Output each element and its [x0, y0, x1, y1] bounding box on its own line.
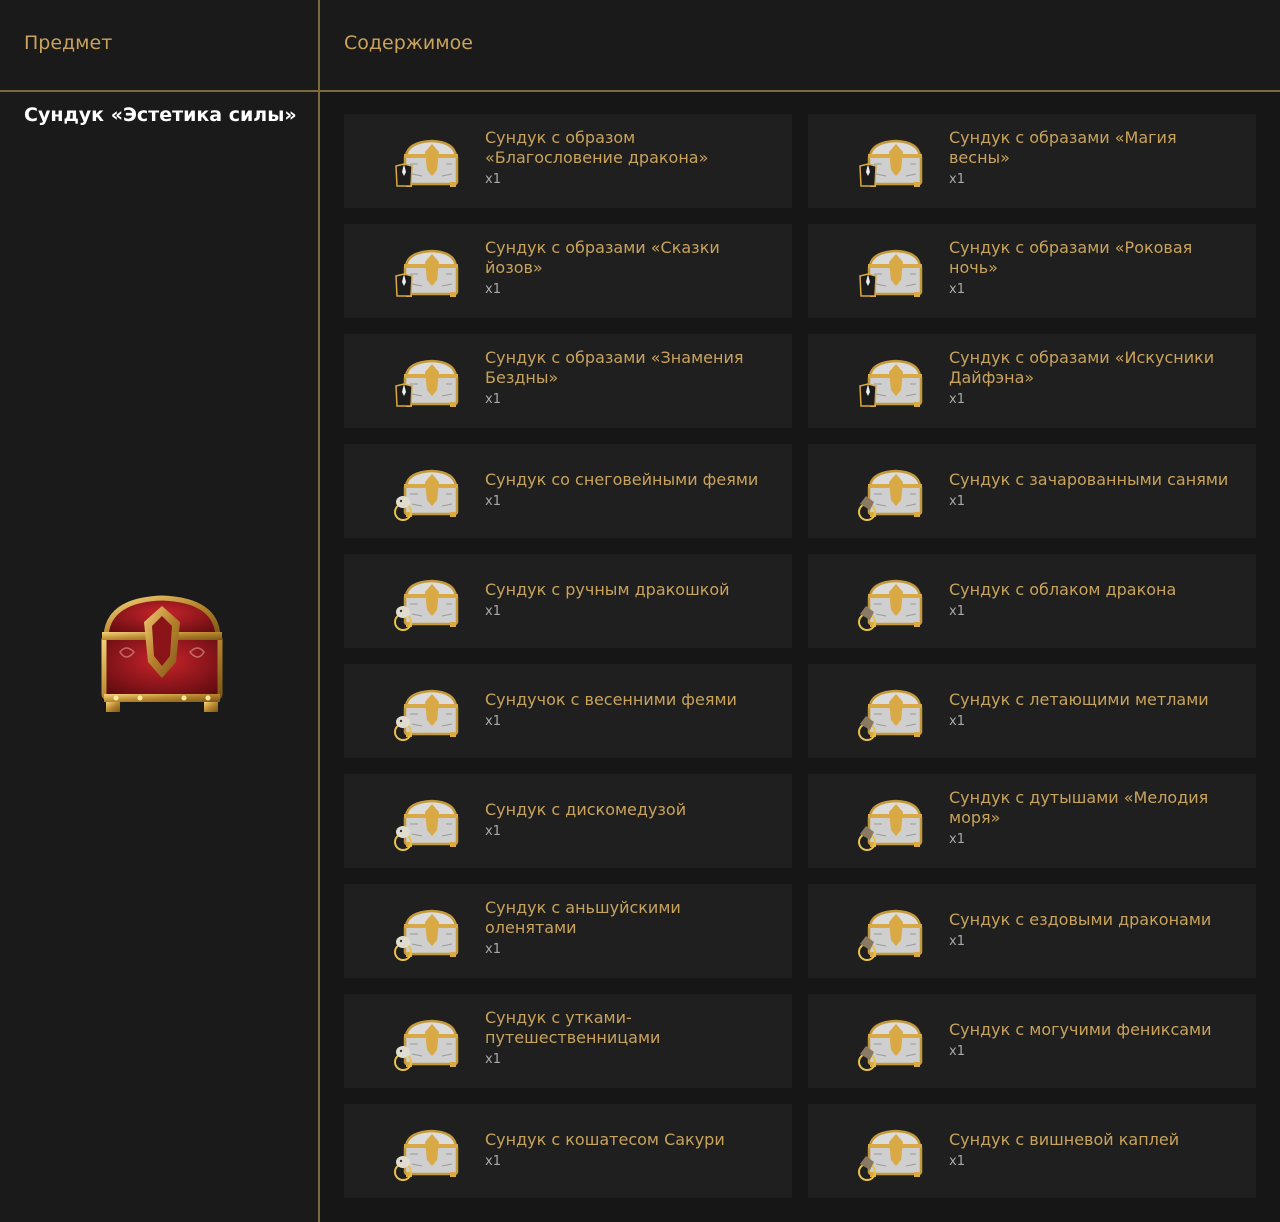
costume-chest-icon — [395, 359, 459, 407]
content-item-name: Сундук с образами «Сказки йозов» — [485, 238, 720, 277]
content-card[interactable]: Сундук с утками-путешественницами x1 — [344, 994, 792, 1088]
content-item-qty: x1 — [485, 714, 501, 729]
pet-chest-icon — [394, 1019, 459, 1071]
content-item-qty: x1 — [949, 1044, 965, 1059]
content-item-name: Сундук с ездовыми драконами — [949, 910, 1212, 929]
content-card[interactable]: Сундук с ручным дракошкой x1 — [344, 554, 792, 648]
content-item-qty: x1 — [949, 392, 965, 407]
content-item-qty: x1 — [485, 942, 501, 957]
costume-chest-icon — [859, 139, 923, 187]
pet-chest-icon — [394, 909, 459, 961]
content-item-name: Сундучок с весенними феями — [485, 690, 737, 709]
content-item-name: Сундук с кошатесом Сакури — [485, 1130, 725, 1149]
content-item-name: Сундук с облаком дракона — [949, 580, 1177, 599]
contents-column: Сундук с образом «Благословение дракона»… — [320, 92, 1280, 1222]
content-item-name: Сундук с утками-путешественницами — [485, 1008, 661, 1047]
mount-chest-icon — [858, 1019, 923, 1071]
content-card[interactable]: Сундук с образами «Роковая ночь» x1 — [808, 224, 1256, 318]
content-item-qty: x1 — [485, 1052, 501, 1067]
content-card[interactable]: Сундук с образами «Магия весны» x1 — [808, 114, 1256, 208]
content-item-name: Сундук с образами «Магия весны» — [949, 128, 1177, 167]
pet-chest-icon — [394, 799, 459, 851]
content-item-name: Сундук с зачарованными санями — [949, 470, 1229, 489]
content-item-qty: x1 — [949, 1154, 965, 1169]
content-item-name: Сундук со снеговейными феями — [485, 470, 759, 489]
content-item-name: Сундук с дутышами «Мелодия моря» — [949, 788, 1209, 827]
content-item-qty: x1 — [485, 392, 501, 407]
content-item-qty: x1 — [949, 604, 965, 619]
content-card[interactable]: Сундук с кошатесом Сакури x1 — [344, 1104, 792, 1198]
content-card[interactable]: Сундук с аньшуйскими оленятами x1 — [344, 884, 792, 978]
content-item-qty: x1 — [949, 934, 965, 949]
content-item-qty: x1 — [485, 604, 501, 619]
pet-chest-icon — [394, 1129, 459, 1181]
pet-chest-icon — [394, 469, 459, 521]
content-item-name: Сундук с вишневой каплей — [949, 1130, 1180, 1149]
content-item-qty: x1 — [485, 282, 501, 297]
content-item-name: Сундук с дискомедузой — [485, 800, 687, 819]
content-card[interactable]: Сундук с дискомедузой x1 — [344, 774, 792, 868]
content-card[interactable]: Сундук с образами «Знамения Бездны» x1 — [344, 334, 792, 428]
mount-chest-icon — [858, 909, 923, 961]
content-item-name: Сундук с могучими фениксами — [949, 1020, 1212, 1039]
content-card[interactable]: Сундук с образом «Благословение дракона»… — [344, 114, 792, 208]
content-item-qty: x1 — [485, 824, 501, 839]
content-item-name: Сундук с образами «Искусники Дайфэна» — [949, 348, 1215, 387]
column-header-item: Предмет — [24, 32, 113, 54]
content-item-qty: x1 — [485, 494, 501, 509]
pet-chest-icon — [394, 579, 459, 631]
item-column: Сундук «Эстетика силы» — [0, 92, 318, 1222]
content-item-name: Сундук с образом «Благословение дракона» — [485, 128, 709, 167]
item-name: Сундук «Эстетика силы» — [24, 104, 297, 126]
content-card[interactable]: Сундук с вишневой каплей x1 — [808, 1104, 1256, 1198]
content-item-name: Сундук с образами «Роковая ночь» — [949, 238, 1193, 277]
mount-chest-icon — [858, 689, 923, 741]
costume-chest-icon — [395, 139, 459, 187]
pet-chest-icon — [394, 689, 459, 741]
table-header: Предмет Содержимое — [0, 0, 1280, 92]
content-item-qty: x1 — [949, 172, 965, 187]
content-card[interactable]: Сундук с летающими метлами x1 — [808, 664, 1256, 758]
column-header-content: Содержимое — [344, 32, 473, 54]
content-card[interactable]: Сундук с могучими фениксами x1 — [808, 994, 1256, 1088]
costume-chest-icon — [859, 359, 923, 407]
content-item-qty: x1 — [949, 714, 965, 729]
content-card[interactable]: Сундук с ездовыми драконами x1 — [808, 884, 1256, 978]
content-card[interactable]: Сундук с образами «Сказки йозов» x1 — [344, 224, 792, 318]
content-card[interactable]: Сундук с зачарованными санями x1 — [808, 444, 1256, 538]
content-item-name: Сундук с ручным дракошкой — [485, 580, 730, 599]
mount-chest-icon — [858, 1129, 923, 1181]
content-card[interactable]: Сундук с образами «Искусники Дайфэна» x1 — [808, 334, 1256, 428]
content-item-qty: x1 — [485, 1154, 501, 1169]
content-card[interactable]: Сундучок с весенними феями x1 — [344, 664, 792, 758]
mount-chest-icon — [858, 469, 923, 521]
content-item-name: Сундук с образами «Знамения Бездны» — [485, 348, 744, 387]
content-card[interactable]: Сундук с дутышами «Мелодия моря» x1 — [808, 774, 1256, 868]
content-card[interactable]: Сундук со снеговейными феями x1 — [344, 444, 792, 538]
content-item-qty: x1 — [949, 282, 965, 297]
costume-chest-icon — [859, 249, 923, 297]
red-gold-chest-icon[interactable] — [96, 592, 228, 716]
mount-chest-icon — [858, 799, 923, 851]
content-item-qty: x1 — [949, 832, 965, 847]
costume-chest-icon — [395, 249, 459, 297]
content-item-qty: x1 — [949, 494, 965, 509]
mount-chest-icon — [858, 579, 923, 631]
content-item-name: Сундук с аньшуйскими оленятами — [485, 898, 681, 937]
content-card[interactable]: Сундук с облаком дракона x1 — [808, 554, 1256, 648]
content-item-qty: x1 — [485, 172, 501, 187]
content-item-name: Сундук с летающими метлами — [949, 690, 1209, 709]
